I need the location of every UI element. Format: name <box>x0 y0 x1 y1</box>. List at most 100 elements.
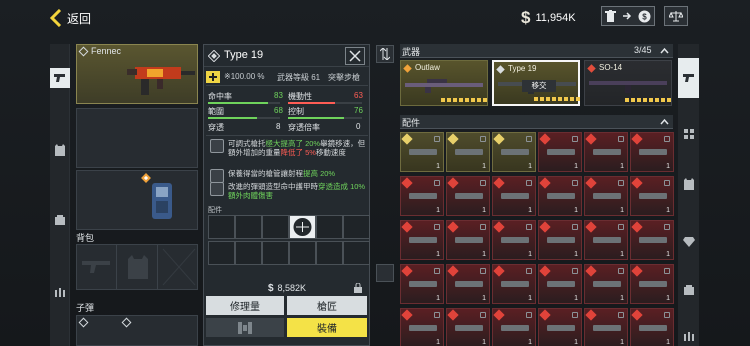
weapon-card-so14[interactable]: SO-14 <box>584 60 672 106</box>
coin-icon: $ <box>638 10 651 22</box>
attachments-section-header[interactable]: 配件 <box>400 115 673 129</box>
attachment-count: 1 <box>436 251 440 258</box>
rarity-icon <box>585 265 597 277</box>
right-tab-weapon[interactable] <box>678 58 699 98</box>
attachment-slot-2[interactable] <box>235 215 262 239</box>
rarity-icon <box>401 221 413 233</box>
armor-slot[interactable] <box>76 170 198 230</box>
swap-button[interactable] <box>206 318 284 337</box>
attachment-cell[interactable]: 1 <box>630 308 674 346</box>
back-button[interactable]: 返回 <box>50 9 91 27</box>
attachment-cell[interactable]: 1 <box>492 132 536 172</box>
lock-icon <box>618 224 624 230</box>
sidebar-tab-weapon[interactable] <box>50 68 70 88</box>
secondary-weapon-slot[interactable] <box>76 108 198 168</box>
attachment-cell[interactable]: 1 <box>446 220 490 260</box>
weapon-card-type19[interactable]: Type 19 移交 <box>492 60 580 106</box>
attachment-item-icon <box>501 325 529 331</box>
attachment-cell[interactable]: 1 <box>538 220 582 260</box>
rarity-icon <box>539 309 551 321</box>
attachment-slot-8[interactable] <box>235 241 262 265</box>
right-tab-backpack[interactable] <box>678 280 699 300</box>
attachment-cell[interactable]: 1 <box>446 176 490 216</box>
attachment-slot-12[interactable] <box>343 241 370 265</box>
attachment-slot-10[interactable] <box>289 241 316 265</box>
attachment-slot-4[interactable] <box>289 215 316 239</box>
swap-icon <box>238 321 252 334</box>
attachment-cell[interactable]: 1 <box>630 264 674 304</box>
attachment-cell[interactable]: 1 <box>446 264 490 304</box>
sort-arrows-icon <box>380 48 390 60</box>
attachment-cell[interactable]: 1 <box>400 220 444 260</box>
attachment-cell[interactable]: 1 <box>538 264 582 304</box>
attachment-cell[interactable]: 1 <box>400 308 444 346</box>
attachment-cell[interactable]: 1 <box>446 132 490 172</box>
right-tab-armor[interactable] <box>678 174 699 194</box>
attachment-cell[interactable]: 1 <box>400 176 444 216</box>
sidebar-tab-backpack[interactable] <box>50 210 70 230</box>
right-tab-gem[interactable] <box>678 232 699 252</box>
stat-value-control: 76 <box>354 106 363 115</box>
repair-button[interactable]: 修理量 <box>206 296 284 315</box>
attachment-count: 1 <box>666 295 670 302</box>
attachment-slot-5[interactable] <box>316 215 343 239</box>
attachment-slot-6[interactable] <box>343 215 370 239</box>
ammo-slots[interactable] <box>76 315 198 346</box>
attachment-cell[interactable]: 1 <box>538 308 582 346</box>
attachment-cell[interactable]: 1 <box>584 132 628 172</box>
attachment-cell[interactable]: 1 <box>630 132 674 172</box>
rarity-icon <box>585 133 597 145</box>
attachment-slot-3[interactable] <box>262 215 289 239</box>
sidebar-tab-ammo[interactable] <box>50 282 70 302</box>
rarity-icon <box>631 221 643 233</box>
arrow-right-icon <box>623 12 632 20</box>
attachment-cell[interactable]: 1 <box>400 264 444 304</box>
attachment-slot-9[interactable] <box>262 241 289 265</box>
attachment-cell[interactable]: 1 <box>584 176 628 216</box>
equip-button[interactable]: 裝備 <box>287 318 367 337</box>
attachment-cell[interactable]: 1 <box>538 132 582 172</box>
gunsmith-button[interactable]: 槍匠 <box>287 296 367 315</box>
attachment-cell[interactable]: 1 <box>492 176 536 216</box>
attachment-cell[interactable]: 1 <box>584 264 628 304</box>
attachment-item-icon <box>593 325 621 331</box>
right-tab-attachment[interactable] <box>678 124 699 144</box>
attachment-slot-7[interactable] <box>208 241 235 265</box>
lock-icon <box>526 312 532 318</box>
weapons-section-header[interactable]: 武器 3/45 <box>400 44 673 58</box>
close-button[interactable] <box>345 47 365 65</box>
filter-button[interactable] <box>376 264 394 282</box>
primary-weapon-name: Fennec <box>91 46 122 56</box>
primary-weapon-slot[interactable]: Fennec <box>76 44 198 104</box>
attachment-cell[interactable]: 1 <box>492 264 536 304</box>
currency-value: 11,954K <box>535 12 576 24</box>
vest-silhouette-icon <box>128 255 148 279</box>
attachment-cell[interactable]: 1 <box>538 176 582 216</box>
attachment-cell[interactable]: 1 <box>630 220 674 260</box>
backpack-slot-gun[interactable] <box>77 245 117 289</box>
attachment-cell[interactable]: 1 <box>492 220 536 260</box>
attachment-slot-1[interactable] <box>208 215 235 239</box>
sort-button[interactable] <box>376 45 394 63</box>
attachment-item-icon <box>547 281 575 287</box>
sidebar-tab-armor[interactable] <box>50 140 70 160</box>
attachment-slot-11[interactable] <box>316 241 343 265</box>
sell-button[interactable]: $ <box>601 6 655 26</box>
perk-barrel: 保養得當的槍管讓射程提高 20% <box>208 169 370 183</box>
weapon-card-outlaw[interactable]: Outlaw <box>400 60 488 106</box>
attachment-cell[interactable]: 1 <box>446 308 490 346</box>
attachment-cell[interactable]: 1 <box>400 132 444 172</box>
backpack-slot-vest[interactable] <box>118 245 158 289</box>
right-tab-ammo[interactable] <box>678 326 699 346</box>
attachment-cell[interactable]: 1 <box>630 176 674 216</box>
attachment-item-icon <box>593 281 621 287</box>
attachment-item-icon <box>409 193 437 199</box>
accuracy-bar-fill <box>208 102 268 104</box>
stock-perk-icon <box>210 139 224 153</box>
attachment-cell[interactable]: 1 <box>492 308 536 346</box>
attachment-cell[interactable]: 1 <box>584 308 628 346</box>
compare-button[interactable] <box>664 6 688 26</box>
attachment-cell[interactable]: 1 <box>584 220 628 260</box>
backpack-slot-empty[interactable] <box>159 245 199 289</box>
close-icon <box>349 50 361 62</box>
